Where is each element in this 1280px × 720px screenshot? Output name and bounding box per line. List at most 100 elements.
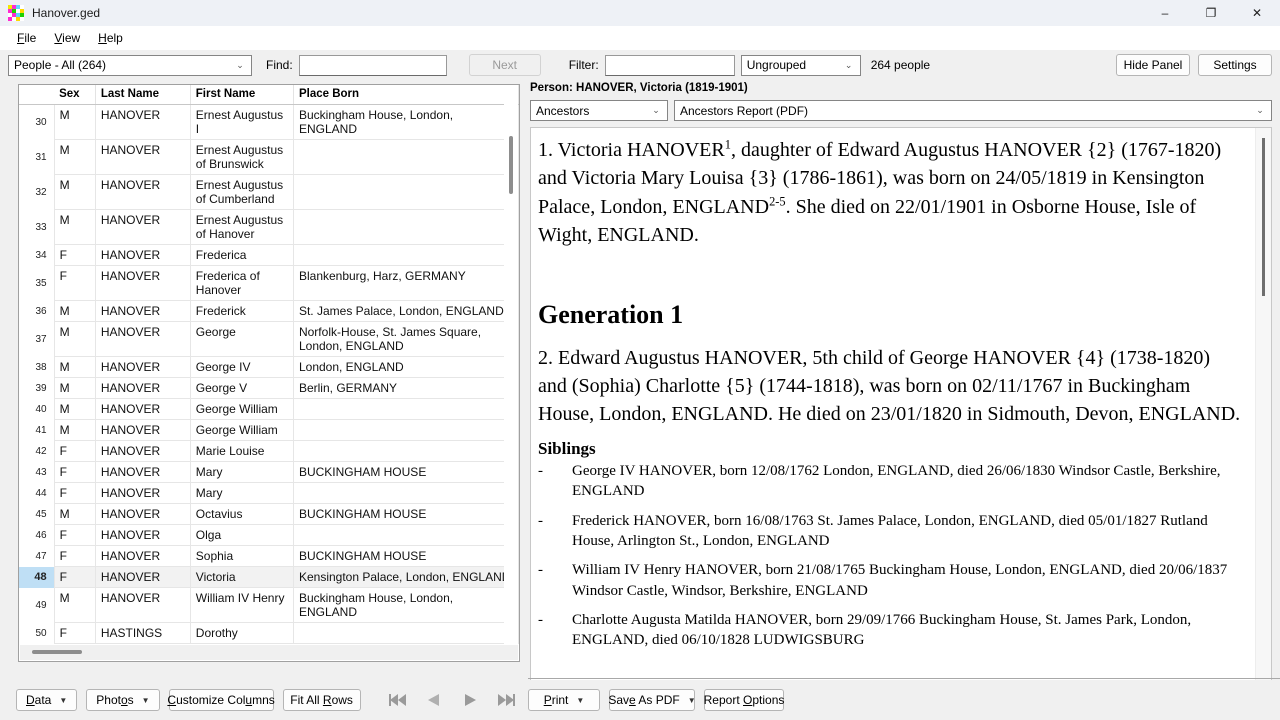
next-button[interactable]: Next <box>468 54 541 76</box>
menu-help[interactable]: Help <box>89 28 132 48</box>
group-select[interactable]: Ungrouped ⌄ <box>740 54 861 76</box>
cell-place-born: Norfolk-House, St. James Square, London,… <box>293 321 519 357</box>
report-vertical-scroll-thumb[interactable] <box>1262 138 1265 296</box>
cell-first-name: George William <box>190 419 294 441</box>
table-row[interactable]: 48 F HANOVER Victoria Kensington Palace, Lon… <box>19 566 519 588</box>
table-row[interactable]: 42 F HANOVER Marie Louise <box>19 440 519 462</box>
column-header-last-name[interactable]: ⌃ Last Name <box>95 84 191 105</box>
table-row[interactable]: 36 M HANOVER Frederick St. James Palace, Lon… <box>19 300 519 322</box>
settings-button[interactable]: Settings <box>1198 54 1272 76</box>
cell-last-name: HANOVER <box>95 139 191 175</box>
cell-place-born <box>293 398 519 420</box>
grid-vertical-scrollbar[interactable] <box>504 86 518 645</box>
cell-first-name: Frederica of Hanover <box>190 265 294 301</box>
table-row[interactable]: 39 M HANOVER George V Berlin, GERMANY <box>19 377 519 399</box>
person-header: Person: HANOVER, Victoria (1819-1901) <box>530 82 748 94</box>
print-menu-button[interactable]: Print ▼ <box>528 689 600 711</box>
report-preview: 1. Victoria HANOVER1, daughter of Edward… <box>530 127 1272 683</box>
save-as-pdf-button[interactable]: Save As PDF ▼ <box>608 689 696 711</box>
cell-sex: F <box>54 440 96 462</box>
customize-columns-label: Customize Columns <box>167 693 275 707</box>
report-vertical-scrollbar[interactable] <box>1255 128 1271 682</box>
fit-all-rows-button[interactable]: Fit All Rows <box>282 689 361 711</box>
close-icon[interactable]: ✕ <box>1234 0 1280 26</box>
menu-view[interactable]: View <box>45 28 89 48</box>
find-input[interactable] <box>298 54 447 76</box>
report-view-select[interactable]: Ancestors ⌄ <box>530 100 668 121</box>
table-row[interactable]: 47 F HANOVER Sophia BUCKINGHAM HOUSE <box>19 545 519 567</box>
table-row[interactable]: 44 F HANOVER Mary <box>19 482 519 504</box>
photos-menu-button[interactable]: Photos ▼ <box>86 689 160 711</box>
table-row[interactable]: 31 M HANOVER Ernest Augustus of Brunswick <box>19 139 519 175</box>
cell-place-born <box>293 482 519 504</box>
grid-horizontal-scrollbar[interactable] <box>20 645 518 660</box>
grid-vertical-scroll-thumb[interactable] <box>509 136 513 194</box>
menu-bar: File View Help <box>0 26 1280 50</box>
column-header-place-born[interactable]: Place Born <box>293 85 519 105</box>
people-grid-panel: Sex ⌃ Last Name First Name Place Born 30… <box>18 84 520 662</box>
report-selectors: Ancestors ⌄ Ancestors Report (PDF) ⌄ <box>530 100 1272 121</box>
cell-sex: M <box>54 503 96 525</box>
report-siblings-heading: Siblings <box>538 438 596 458</box>
customize-columns-button[interactable]: Customize Columns <box>167 689 275 711</box>
find-label: Find: <box>266 58 293 72</box>
sort-ascending-icon: ⌃ <box>139 84 147 90</box>
table-row[interactable]: 46 F HANOVER Olga <box>19 524 519 546</box>
table-row[interactable]: 33 M HANOVER Ernest Augustus of Hanover <box>19 209 519 245</box>
next-record-icon <box>464 694 476 706</box>
cell-place-born: Berlin, GERMANY <box>293 377 519 399</box>
last-record-button[interactable] <box>487 685 524 715</box>
table-row[interactable]: 35 F HANOVER Frederica of Hanover Blankenbur… <box>19 265 519 301</box>
sibling-text: Charlotte Augusta Matilda HANOVER, born … <box>572 612 1192 649</box>
table-row[interactable]: 38 M HANOVER George IV London, ENGLAND <box>19 356 519 378</box>
table-row[interactable]: 41 M HANOVER George William <box>19 419 519 441</box>
table-row[interactable]: 43 F HANOVER Mary BUCKINGHAM HOUSE <box>19 461 519 483</box>
sibling-text: William IV Henry HANOVER, born 21/08/176… <box>572 562 1228 599</box>
cell-last-name: HANOVER <box>95 300 191 322</box>
filter-input[interactable] <box>604 54 735 76</box>
hide-panel-button[interactable]: Hide Panel <box>1116 54 1190 76</box>
grid-horizontal-scroll-thumb[interactable] <box>32 650 82 654</box>
cell-place-born <box>293 524 519 546</box>
cell-last-name: HANOVER <box>95 356 191 378</box>
cell-first-name: George IV <box>190 356 294 378</box>
table-row[interactable]: 32 M HANOVER Ernest Augustus of Cumberland <box>19 174 519 210</box>
row-index: 50 <box>19 622 55 644</box>
table-row[interactable]: 37 M HANOVER George Norfolk-House, St. James… <box>19 321 519 357</box>
cell-last-name: HANOVER <box>95 503 191 525</box>
row-index: 47 <box>19 545 55 567</box>
panel-splitter[interactable] <box>521 84 527 662</box>
first-record-button[interactable] <box>379 685 416 715</box>
previous-record-button[interactable] <box>415 685 452 715</box>
cell-first-name: Mary <box>190 482 294 504</box>
cell-place-born: Buckingham House, London, ENGLAND <box>293 104 519 140</box>
cell-last-name: HANOVER <box>95 587 191 623</box>
report-panel: Person: HANOVER, Victoria (1819-1901) An… <box>530 82 1272 683</box>
table-row[interactable]: 30 M HANOVER Ernest Augustus I Buckingham Ho… <box>19 104 519 140</box>
table-row[interactable]: 45 M HANOVER Octavius BUCKINGHAM HOUSE <box>19 503 519 525</box>
cell-place-born: Kensington Palace, London, ENGLAND <box>293 566 519 588</box>
minimize-icon[interactable]: – <box>1142 0 1188 26</box>
column-header-first-name[interactable]: First Name <box>190 85 294 105</box>
title-bar: Hanover.ged – ❐ ✕ <box>0 0 1280 26</box>
table-row[interactable]: 49 M HANOVER William IV Henry Buckingham Hou… <box>19 587 519 623</box>
column-header-last-name-label: Last Name <box>100 88 160 100</box>
people-filter-select[interactable]: People - All (264) ⌄ <box>8 54 252 76</box>
report-format-select[interactable]: Ancestors Report (PDF) ⌄ <box>674 100 1272 121</box>
data-menu-button[interactable]: Data ▼ <box>16 689 78 711</box>
menu-file[interactable]: File <box>8 28 45 48</box>
maximize-icon[interactable]: ❐ <box>1188 0 1234 26</box>
next-record-button[interactable] <box>451 685 488 715</box>
cell-first-name: Octavius <box>190 503 294 525</box>
table-row[interactable]: 40 M HANOVER George William <box>19 398 519 420</box>
table-row[interactable]: 34 F HANOVER Frederica <box>19 244 519 266</box>
app-icon <box>8 5 24 21</box>
cell-last-name: HANOVER <box>95 174 191 210</box>
window-controls: – ❐ ✕ <box>1142 0 1280 26</box>
column-header-sex[interactable]: Sex <box>54 85 96 105</box>
table-row[interactable]: 50 F HASTINGS Dorothy <box>19 622 519 644</box>
report-options-button[interactable]: Report Options <box>704 689 784 711</box>
row-index: 42 <box>19 440 55 462</box>
cell-sex: F <box>54 265 96 301</box>
cell-first-name: Dorothy <box>190 622 294 644</box>
